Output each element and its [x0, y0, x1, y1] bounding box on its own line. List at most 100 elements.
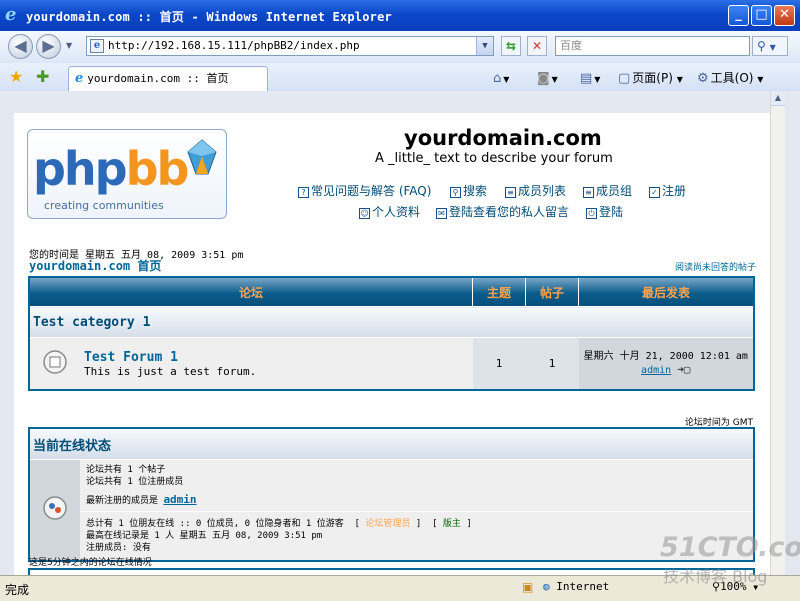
logo-tagline: creating communities — [44, 199, 164, 212]
forum-index-link[interactable]: yourdomain.com 首页 — [29, 257, 161, 274]
forum-posts-count: 1 — [525, 337, 579, 390]
address-dropdown-icon[interactable]: ▼ — [476, 37, 493, 55]
online-heading-link[interactable]: 当前在线状态 — [29, 428, 754, 460]
nav-login-link[interactable]: ⏻ 登陆 — [586, 203, 623, 220]
scroll-up-icon[interactable]: ▲ — [771, 91, 785, 106]
last-post-user-link[interactable]: admin — [641, 365, 671, 376]
window-title: yourdomain.com :: 首页 - Windows Internet … — [26, 10, 392, 24]
printer-icon: ▤ — [580, 71, 593, 86]
address-url: http://192.168.15.111/phpBB2/index.php — [108, 39, 360, 52]
nav-faq-link[interactable]: ? 常见问题与解答 (FAQ) — [298, 182, 431, 199]
browser-viewport: phpbb creating communities yourdomain.co… — [0, 91, 800, 575]
online-stats-row: 论坛共有 1 个帖子 论坛共有 1 位注册成员 最新注册的成员是 admin — [29, 459, 754, 561]
online-stats-cell: 论坛共有 1 个帖子 论坛共有 1 位注册成员 最新注册的成员是 admin — [80, 459, 754, 512]
nav-profile-link[interactable]: ☺ 个人资料 — [359, 203, 420, 220]
forum-name-link[interactable]: Test Forum 1 — [84, 350, 472, 365]
phpbb-logo[interactable]: phpbb creating communities — [27, 129, 227, 219]
close-button[interactable]: ✕ — [774, 5, 795, 26]
profile-icon: ☺ — [359, 208, 370, 219]
login-box-top — [28, 568, 755, 575]
category-link[interactable]: Test category 1 — [29, 306, 473, 338]
address-toolbar: ◀ ▶ ▼ e http://192.168.15.111/phpBB2/inde… — [0, 31, 800, 64]
home-icon: ⌂ — [493, 71, 502, 86]
faq-icon: ? — [298, 187, 309, 198]
login-icon: ⏻ — [586, 208, 597, 219]
address-input[interactable]: e http://192.168.15.111/phpBB2/index.php … — [86, 36, 494, 56]
zone-icon: ▣ — [522, 580, 534, 594]
history-dropdown-icon[interactable]: ▼ — [66, 41, 72, 50]
page-menu-label: 页面(P) — [632, 71, 673, 85]
page-menu-icon: ▢ — [618, 71, 631, 86]
online-record: 最高在线记录是 1 人 星期五 五月 08, 2009 3:51 pm — [86, 531, 323, 541]
security-zone: ◍ Internet — [543, 580, 610, 593]
forum-info-cell: Test Forum 1 This is just a test forum. — [80, 337, 473, 390]
nav-register-link[interactable]: ✓ 注册 — [649, 182, 686, 199]
total-posts: 论坛共有 1 个帖子 — [86, 465, 166, 475]
memberlist-icon: ≡ — [505, 187, 516, 198]
site-description: A _little_ text to describe your forum — [375, 151, 613, 166]
favorites-star-icon[interactable]: ★ — [9, 67, 23, 86]
tools-menu[interactable]: ⚙ 工具(O) ▼ — [697, 69, 763, 87]
search-button[interactable]: ⚲ ▼ — [752, 36, 788, 56]
stop-icon: ✕ — [531, 39, 543, 53]
header-posts: 帖子 — [525, 277, 579, 307]
last-post-time: 星期六 十月 21, 2000 12:01 am — [583, 351, 748, 362]
forward-arrow-icon: ▶ — [42, 36, 55, 55]
stop-button[interactable]: ✕ — [527, 36, 547, 56]
who-is-online-icon — [43, 496, 67, 520]
registered-online: 注册成员: 没有 — [86, 543, 151, 553]
tab-ie-icon: e — [75, 71, 84, 86]
tab-current[interactable]: e yourdomain.com :: 首页 — [68, 66, 268, 91]
search-icon: ⚲ — [757, 39, 766, 53]
tools-menu-label: 工具(O) — [710, 71, 754, 85]
online-footnote: 这是5分钟之内的论坛在线情况 — [29, 558, 152, 568]
online-icon-cell — [29, 459, 80, 561]
rss-icon: ◙ — [537, 71, 550, 86]
usergroups-icon: ≡ — [583, 187, 594, 198]
feeds-button[interactable]: ◙ ▼ — [537, 69, 558, 87]
newest-user-link[interactable]: admin — [163, 493, 196, 506]
nav-memberlist-link[interactable]: ≡ 成员列表 — [505, 182, 566, 199]
logo-gem-icon — [187, 139, 217, 175]
nav-usergroups-link[interactable]: ≡ 成员组 — [583, 182, 632, 199]
print-button[interactable]: ▤ ▼ — [580, 69, 600, 87]
register-icon: ✓ — [649, 187, 660, 198]
logo-wordmark: phpbb — [33, 142, 189, 196]
forward-button[interactable]: ▶ — [36, 34, 61, 59]
globe-icon: ◍ — [543, 580, 550, 593]
back-button[interactable]: ◀ — [8, 34, 33, 59]
refresh-button[interactable]: ⇆ — [501, 36, 521, 56]
unanswered-posts-link[interactable]: 阅读尚未回答的帖子 — [675, 260, 756, 273]
forum-page: phpbb creating communities yourdomain.co… — [14, 113, 770, 575]
gear-icon: ⚙ — [697, 71, 709, 86]
search-dropdown-icon: ▼ — [769, 43, 776, 52]
newest-user-label: 最新注册的成员是 — [86, 496, 159, 506]
tab-toolbar: ★ ✚ e yourdomain.com :: 首页 ⌂ ▼ ◙ ▼ ▤ ▼ ▢ 页面(P… — [0, 63, 800, 92]
header-last-post: 最后发表 — [578, 277, 754, 307]
page-icon: e — [90, 39, 104, 53]
vertical-scrollbar[interactable]: ▲ — [770, 91, 785, 575]
nav-search-link[interactable]: ⚲ 搜索 — [450, 182, 487, 199]
add-favorites-icon[interactable]: ✚ — [36, 67, 49, 86]
forum-topics-count: 1 — [472, 337, 526, 390]
online-users-row: 总计有 1 位朋友在线 :: 0 位成员, 0 位隐身者和 1 位游客 [ 论坛… — [29, 511, 754, 561]
message-icon: ✉ — [436, 208, 447, 219]
forum-folder-icon — [43, 349, 67, 374]
status-text: 完成 — [5, 583, 30, 597]
nav-pm-link[interactable]: ✉ 登陆查看您的私人留言 — [436, 203, 569, 220]
minimize-button[interactable]: _ — [728, 5, 749, 26]
online-count: 总计有 1 位朋友在线 :: 0 位成员, 0 位隐身者和 1 位游客 — [86, 519, 344, 529]
title-bar: e yourdomain.com :: 首页 - Windows Interne… — [0, 0, 800, 31]
home-button[interactable]: ⌂ ▼ — [493, 69, 509, 87]
maximize-button[interactable]: □ — [751, 5, 772, 26]
view-latest-post-icon[interactable]: ➜▢ — [677, 363, 690, 376]
watermark-51cto: 51CTO.com — [660, 532, 800, 563]
refresh-icon: ⇆ — [505, 39, 517, 53]
page-menu[interactable]: ▢ 页面(P) ▼ — [618, 69, 683, 87]
forum-table-header: 论坛 主题 帖子 最后发表 — [29, 277, 754, 307]
watermark-blog: 技术博客 Blog — [663, 567, 768, 586]
search-input[interactable]: 百度 — [555, 36, 750, 56]
search-page-icon: ⚲ — [450, 187, 461, 198]
category-row: Test category 1 — [29, 306, 754, 338]
admin-legend: 论坛管理员 — [365, 519, 411, 529]
